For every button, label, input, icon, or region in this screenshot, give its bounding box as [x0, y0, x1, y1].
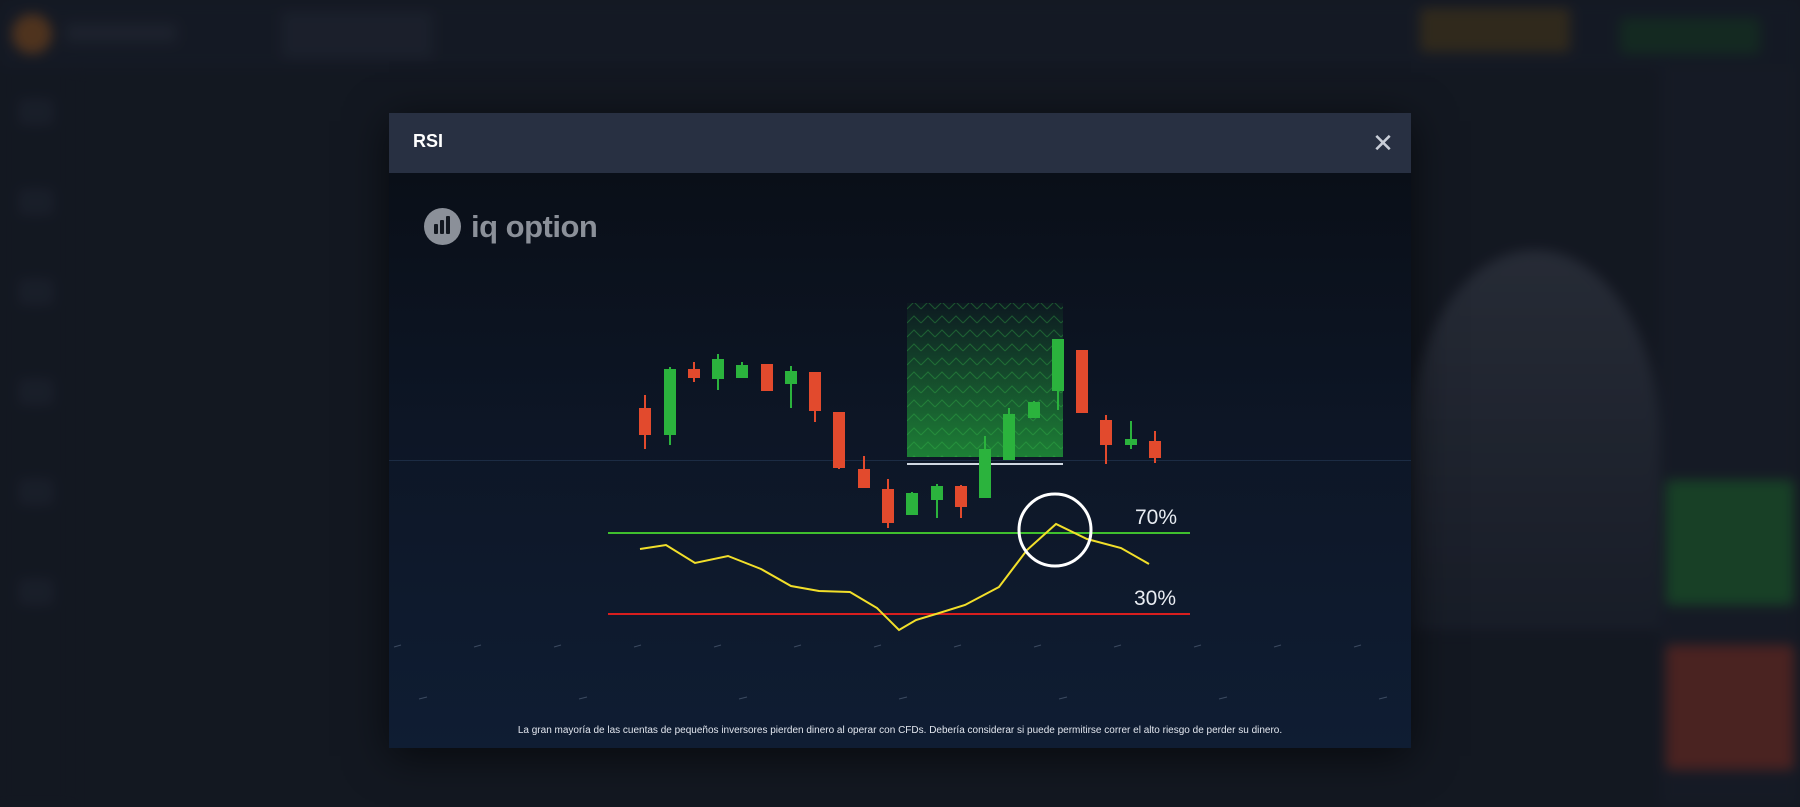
risk-disclaimer: La gran mayoría de las cuentas de pequeñ…	[517, 725, 1283, 736]
candle-body	[1076, 350, 1088, 413]
candle	[688, 362, 700, 382]
candle-body	[761, 364, 773, 391]
candle	[1028, 401, 1040, 418]
candle-body	[833, 412, 845, 468]
candle	[664, 367, 676, 445]
candle	[639, 395, 651, 449]
level-30-label: 30%	[1134, 587, 1176, 610]
candle-body	[736, 365, 748, 378]
candle-body	[809, 372, 821, 411]
candle	[1125, 421, 1137, 449]
modal-title: RSI	[413, 131, 444, 151]
floor-grid	[393, 644, 1388, 700]
candle	[1149, 431, 1161, 463]
candle-body	[882, 489, 894, 523]
modal-header: RSI ✕	[389, 113, 1411, 173]
candle	[1003, 408, 1015, 460]
candle-body	[979, 449, 991, 498]
candle-body	[1028, 402, 1040, 418]
candle	[712, 354, 724, 390]
candle-body	[688, 369, 700, 378]
candle	[833, 412, 845, 469]
candle-body	[1052, 339, 1064, 391]
crossover-circle	[1017, 492, 1093, 568]
candle-body	[1003, 414, 1015, 460]
level-70-label: 70%	[1135, 506, 1177, 529]
candle-body	[664, 369, 676, 435]
candle	[955, 485, 967, 518]
candle-body	[955, 486, 967, 507]
rsi-chart: 70% 30%	[389, 303, 1411, 700]
candle	[882, 479, 894, 528]
candle	[931, 484, 943, 518]
horizon-line	[389, 460, 1411, 461]
rsi-modal: RSI ✕ iq option 70% 30% La gran mayoría …	[389, 113, 1411, 748]
candle-body	[1100, 420, 1112, 445]
candle	[809, 372, 821, 422]
candle	[906, 492, 918, 515]
candle-body	[639, 408, 651, 435]
candle	[1100, 415, 1112, 464]
close-icon[interactable]: ✕	[1367, 127, 1399, 159]
tutorial-video: iq option 70% 30% La gran mayoría de las…	[389, 173, 1411, 748]
candle	[736, 362, 748, 378]
candle-body	[1125, 439, 1137, 445]
candle-body	[906, 493, 918, 515]
candle-body	[858, 469, 870, 488]
candle	[761, 364, 773, 391]
candle-body	[1149, 441, 1161, 458]
candle-body	[785, 371, 797, 384]
candle	[785, 366, 797, 408]
candle-body	[931, 486, 943, 500]
candle	[1076, 350, 1088, 413]
candle-body	[712, 359, 724, 379]
